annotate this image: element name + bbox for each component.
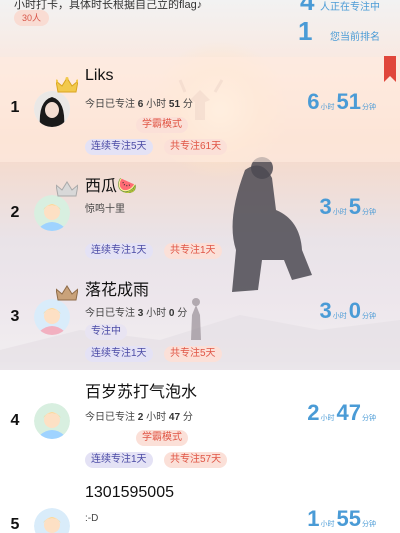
leaderboard-row[interactable]: 1 Liks 今日已专注 6 小时 51 分 学霸模式 连续专注5天 共专注61…: [0, 57, 400, 162]
user-name: 1301595005: [85, 484, 174, 501]
user-status: :-D: [85, 513, 99, 524]
leaderboard-row[interactable]: 5 1301595005 :-D 1小时55分钟: [0, 476, 400, 533]
focusing-status-badge: 专注中: [85, 324, 127, 340]
rank-number: 3: [10, 308, 20, 325]
avatar[interactable]: [34, 77, 78, 127]
streak-badge: 连续专注1天: [85, 452, 153, 468]
streak-badge: 连续专注1天: [85, 243, 153, 259]
mode-badge: 学霸模式: [136, 430, 188, 446]
focus-duration: 1小时55分钟: [307, 506, 376, 531]
total-days-badge: 共专注1天: [164, 243, 222, 259]
rank-number: 4: [10, 412, 20, 429]
focus-duration: 2小时47分钟: [307, 400, 376, 425]
focus-duration: 3小时0分钟: [319, 298, 377, 323]
participant-count-badge: 30人: [14, 10, 50, 26]
silver-crown-icon: [56, 181, 78, 197]
rank-number: 1: [10, 99, 20, 116]
streak-badge: 连续专注1天: [85, 346, 153, 362]
user-name: Liks: [85, 67, 114, 84]
avatar[interactable]: [34, 403, 70, 439]
user-avatar-image: [34, 91, 70, 127]
user-name: 百岁苏打气泡水: [85, 384, 198, 401]
today-focus-text: 今日已专注 3 小时 0 分: [85, 308, 188, 319]
focusing-label: 人正在专注中: [320, 2, 380, 13]
today-focus-text: 今日已专注 6 小时 51 分: [85, 99, 193, 110]
today-focus-text: 今日已专注 2 小时 47 分: [85, 412, 193, 423]
gold-crown-icon: [56, 77, 78, 93]
total-days-badge: 共专注5天: [164, 346, 222, 362]
my-rank-label: 您当前排名: [330, 32, 380, 43]
user-name: 西瓜🍉: [85, 178, 137, 195]
default-avatar-image: [34, 508, 70, 533]
mode-badge: 学霸模式: [136, 117, 188, 133]
avatar[interactable]: [34, 285, 78, 335]
default-avatar-image: [34, 403, 70, 439]
focus-duration: 3小时5分钟: [319, 194, 377, 219]
focus-duration: 6小时51分钟: [307, 89, 376, 114]
default-avatar-image: [34, 195, 70, 231]
total-days-badge: 共专注57天: [164, 452, 228, 468]
leaderboard-header: 小时打卡，具体时长根据自己立的flag♪ 30人 4 人正在专注中 1 您当前排…: [0, 0, 400, 56]
avatar[interactable]: [34, 181, 78, 231]
streak-badge: 连续专注5天: [85, 139, 153, 155]
default-avatar-image: [34, 299, 70, 335]
bookmark-ribbon-icon[interactable]: [384, 56, 396, 82]
rank-number: 2: [10, 204, 20, 221]
focusing-count: 4: [300, 0, 315, 16]
user-status: 惊鸣十里: [85, 204, 125, 215]
total-days-badge: 共专注61天: [164, 139, 228, 155]
leaderboard-row[interactable]: 3 落花成雨 今日已专注 3 小时 0 分 专注中 连续专注1天 共专注5天 3…: [0, 266, 400, 368]
leaderboard-row[interactable]: 4 百岁苏打气泡水 今日已专注 2 小时 47 分 学霸模式 连续专注1天 共专…: [0, 370, 400, 475]
user-name: 落花成雨: [85, 282, 150, 299]
leaderboard-row[interactable]: 2 西瓜🍉 惊鸣十里 连续专注1天 共专注1天 3小时5分钟: [0, 162, 400, 264]
bronze-crown-icon: [56, 285, 78, 301]
rank-number: 5: [10, 516, 20, 533]
my-rank-value: 1: [298, 16, 313, 46]
avatar[interactable]: [34, 508, 70, 533]
